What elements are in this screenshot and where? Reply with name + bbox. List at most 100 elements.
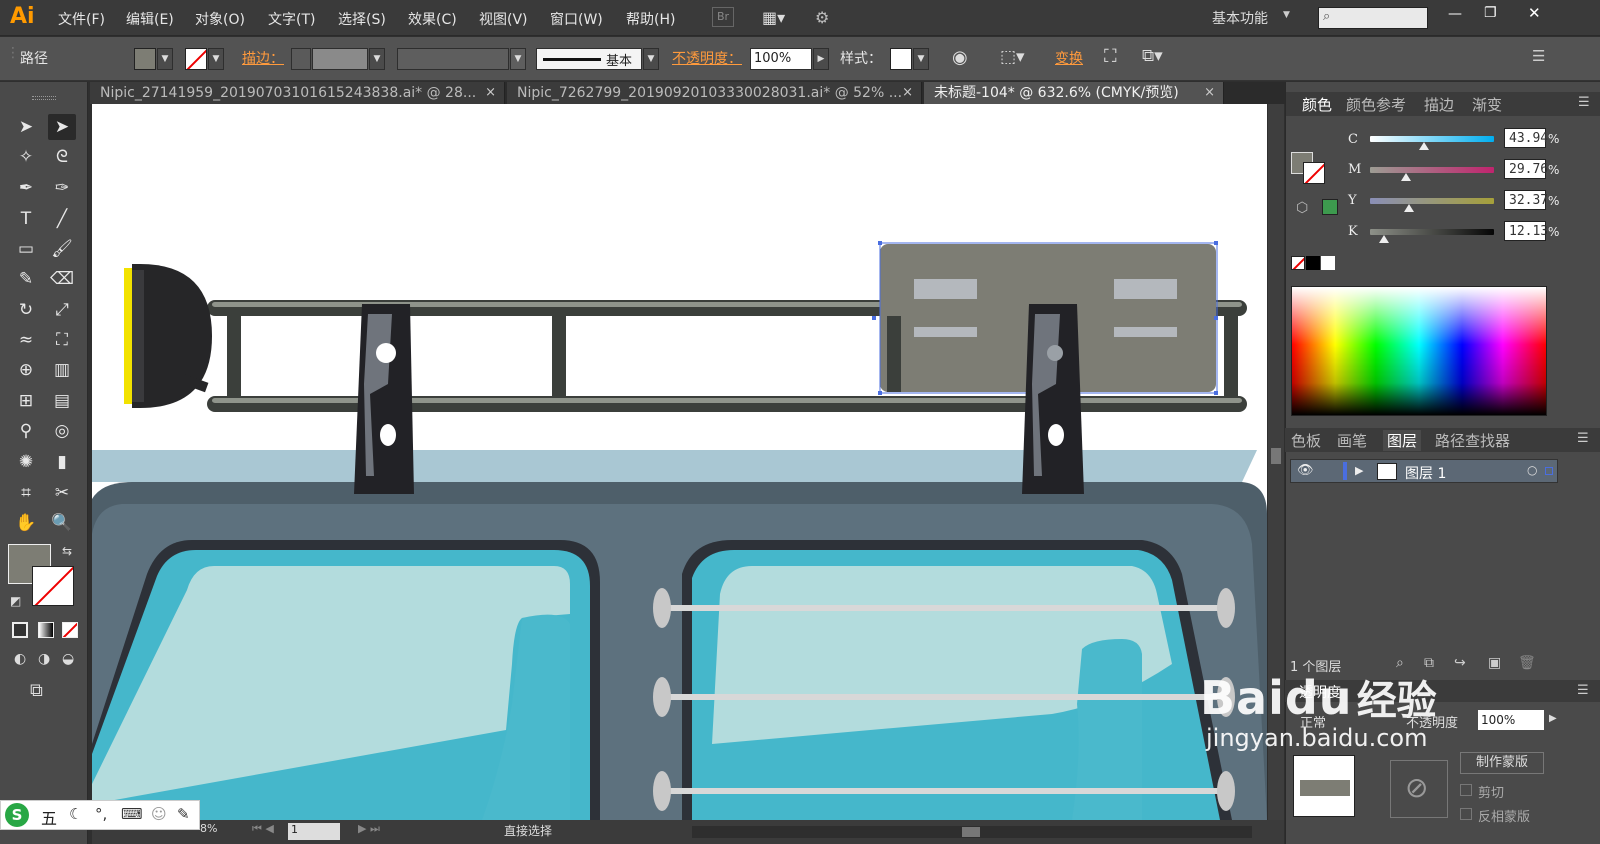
channel-y-value[interactable]: 32.37 xyxy=(1504,190,1548,210)
visibility-eye-icon[interactable]: 👁 xyxy=(1297,463,1314,478)
stroke-dropdown[interactable]: ▼ xyxy=(208,48,224,70)
out-of-gamut-icon[interactable]: ⬡ xyxy=(1296,200,1308,216)
artboard-icon[interactable]: ⌗ xyxy=(12,480,40,506)
hand-icon[interactable]: ✋ xyxy=(12,510,40,536)
warp-icon[interactable]: ≈ xyxy=(12,327,40,353)
opacity-arrow-icon[interactable]: ▶ xyxy=(1549,713,1557,724)
punctuation-icon[interactable]: °, xyxy=(95,805,107,823)
recolor-artwork-icon[interactable]: ◉ xyxy=(952,47,968,68)
tab-color-guide[interactable]: 颜色参考 xyxy=(1346,94,1406,115)
opacity-label[interactable]: 不透明度： xyxy=(672,48,742,68)
direct-selection-icon[interactable]: ➤ xyxy=(48,114,76,140)
channel-m-slider[interactable] xyxy=(1370,167,1494,173)
tab-stroke[interactable]: 描边 xyxy=(1424,94,1454,115)
close-icon[interactable]: × xyxy=(1204,82,1215,104)
channel-k-value[interactable]: 12.13 xyxy=(1504,221,1548,241)
stroke-color-box[interactable] xyxy=(32,566,74,606)
selection-icon[interactable]: ➤ xyxy=(12,114,40,140)
channel-c-knob[interactable] xyxy=(1418,142,1429,150)
color-spectrum[interactable] xyxy=(1291,286,1547,416)
stroke-weight-stepper[interactable] xyxy=(291,48,311,70)
stroke-color-box[interactable] xyxy=(1303,162,1325,184)
pencil-icon[interactable]: ✎ xyxy=(12,266,40,292)
align-icon[interactable]: ⬚▾ xyxy=(1000,47,1025,67)
new-sublayer-icon[interactable]: ↪ xyxy=(1454,655,1466,671)
menu-window[interactable]: 窗口(W) xyxy=(550,9,603,29)
zoom-icon[interactable]: 🔍 xyxy=(48,510,76,536)
tab-swatches[interactable]: 色板 xyxy=(1291,430,1321,451)
variable-width-profile[interactable] xyxy=(397,48,509,70)
channel-m-value[interactable]: 29.76 xyxy=(1504,159,1548,179)
graph-icon[interactable]: ▮ xyxy=(48,449,76,475)
gpu-performance-icon[interactable]: ⚙ xyxy=(815,8,829,27)
workspace-switcher[interactable]: 基本功能 xyxy=(1212,8,1268,28)
zoom-level[interactable]: 8% xyxy=(200,822,217,835)
next-page-icon[interactable]: ▶ ⏭ xyxy=(358,822,380,836)
gamut-swatch[interactable] xyxy=(1322,199,1338,215)
eraser-icon[interactable]: ⌫ xyxy=(48,266,76,292)
mask-thumbnail[interactable]: ⊘ xyxy=(1390,760,1448,818)
line-icon[interactable]: ╱ xyxy=(48,206,76,232)
rotate-icon[interactable]: ↻ xyxy=(12,297,40,323)
graphic-style-swatch[interactable] xyxy=(890,48,912,70)
scroll-thumb[interactable] xyxy=(1271,448,1281,464)
white-swatch[interactable] xyxy=(1321,256,1335,270)
panel-menu-icon[interactable]: ☰ xyxy=(1578,95,1590,110)
ime-logo-icon[interactable]: S xyxy=(5,803,29,827)
search-input[interactable]: ⌕ xyxy=(1318,7,1428,29)
eyedropper-icon[interactable]: ⚲ xyxy=(12,418,40,444)
type-icon[interactable]: T xyxy=(12,206,40,232)
black-swatch[interactable] xyxy=(1306,256,1320,270)
artboard-number-field[interactable]: 1 xyxy=(288,823,340,840)
close-button[interactable]: ✕ xyxy=(1528,4,1541,22)
close-icon[interactable]: × xyxy=(902,82,913,104)
panel-menu-icon[interactable]: ☰ xyxy=(1577,431,1589,446)
layer-row[interactable]: 👁 ▶ 图层 1 ○ xyxy=(1290,459,1558,483)
brush-dropdown[interactable]: ▼ xyxy=(643,48,659,70)
selection-indicator[interactable] xyxy=(1545,467,1553,475)
tab-layers[interactable]: 图层 xyxy=(1383,430,1422,451)
menu-edit[interactable]: 编辑(E) xyxy=(126,9,174,29)
variable-width-dropdown[interactable]: ▼ xyxy=(510,48,526,70)
ime-mode[interactable]: 五 xyxy=(41,805,57,829)
wrench-icon[interactable]: ✎ xyxy=(177,805,190,823)
menu-help[interactable]: 帮助(H) xyxy=(626,9,675,29)
tab-document-2[interactable]: Nipic_7262799_20190920103330028031.ai* @… xyxy=(507,82,922,104)
clip-checkbox[interactable] xyxy=(1460,784,1472,796)
target-icon[interactable]: ○ xyxy=(1527,463,1537,477)
tab-brushes[interactable]: 画笔 xyxy=(1337,430,1367,451)
layer-name[interactable]: 图层 1 xyxy=(1405,463,1446,483)
invert-mask-checkbox[interactable] xyxy=(1460,808,1472,820)
tab-gradient[interactable]: 渐变 xyxy=(1472,94,1502,115)
delete-layer-icon[interactable]: 🗑 xyxy=(1518,655,1536,671)
arrange-icon[interactable]: ⧉▾ xyxy=(1142,46,1163,66)
color-mode-icon[interactable] xyxy=(12,622,28,638)
fill-dropdown[interactable]: ▼ xyxy=(157,48,173,70)
stroke-label[interactable]: 描边： xyxy=(242,48,284,68)
none-mode-icon[interactable] xyxy=(62,622,78,638)
panel-menu-icon[interactable]: ☰ xyxy=(1532,47,1545,65)
slice-icon[interactable]: ✂ xyxy=(48,480,76,506)
arrange-documents-icon[interactable]: ▦▾ xyxy=(762,8,794,27)
channel-k-knob[interactable] xyxy=(1378,235,1389,243)
style-dropdown[interactable]: ▼ xyxy=(913,48,929,70)
blend-icon[interactable]: ◎ xyxy=(48,418,76,444)
draw-inside-icon[interactable]: ◒ xyxy=(62,651,74,667)
menu-type[interactable]: 文字(T) xyxy=(268,9,315,29)
brush-definition[interactable]: 基本 xyxy=(536,48,642,70)
close-icon[interactable]: × xyxy=(485,82,496,104)
fill-color-swatch[interactable] xyxy=(134,48,156,70)
scale-icon[interactable]: ⤢ xyxy=(48,297,76,323)
tab-document-3[interactable]: 未标题-104* @ 632.6% (CMYK/预览) × xyxy=(924,82,1224,104)
channel-y-slider[interactable] xyxy=(1370,198,1494,204)
stroke-weight-dropdown[interactable]: ▼ xyxy=(369,48,385,70)
default-colors-icon[interactable]: ◩ xyxy=(10,594,21,608)
swap-fill-stroke-icon[interactable]: ⇆ xyxy=(62,544,72,558)
user-icon[interactable]: ☺ xyxy=(151,805,167,823)
mesh-icon[interactable]: ⊞ xyxy=(12,388,40,414)
perspective-icon[interactable]: ▥ xyxy=(48,357,76,383)
free-transform-icon[interactable]: ⛶ xyxy=(48,327,76,353)
channel-c-value[interactable]: 43.94 xyxy=(1504,128,1548,148)
bridge-button[interactable]: Br xyxy=(712,7,734,27)
stroke-weight-field[interactable] xyxy=(312,48,368,70)
